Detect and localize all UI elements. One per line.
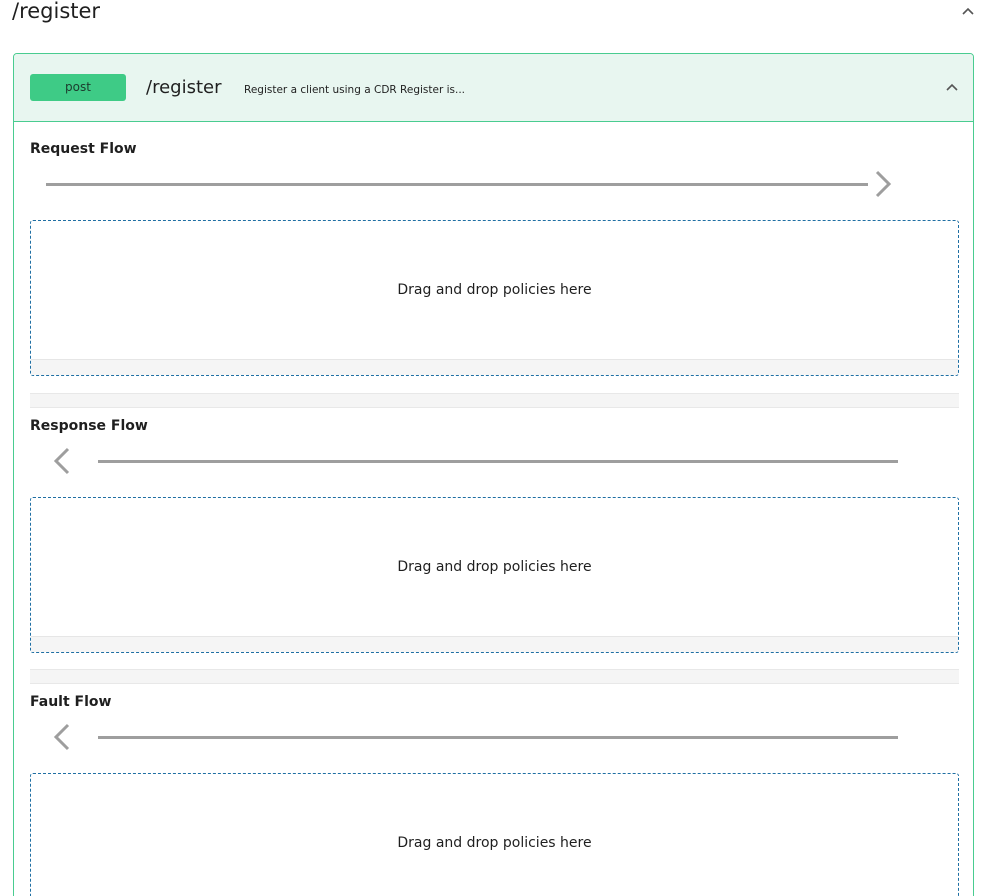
response-flow-title: Response Flow [30, 418, 148, 434]
fault-flow-line [98, 736, 898, 739]
resource-header[interactable]: post /register Register a client using a… [14, 54, 973, 122]
resource-description: Register a client using a CDR Register i… [244, 84, 466, 96]
dropzone-footer [31, 359, 958, 375]
dropzone-text: Drag and drop policies here [397, 559, 592, 575]
chevron-right-icon [875, 170, 892, 198]
section-header: /register [0, 0, 991, 30]
dropzone-footer [31, 636, 958, 652]
fault-flow-dropzone[interactable]: Drag and drop policies here [30, 773, 959, 896]
resource-card: post /register Register a client using a… [13, 53, 974, 896]
response-flow-line [98, 460, 898, 463]
section-title: /register [12, 0, 101, 23]
request-flow-dropzone[interactable]: Drag and drop policies here [30, 220, 959, 376]
flow-separator [30, 669, 959, 684]
page: /register post /register Register a clie… [0, 0, 991, 896]
request-flow-title: Request Flow [30, 141, 137, 157]
chevron-up-icon[interactable] [944, 81, 960, 93]
request-flow-line [46, 183, 868, 186]
fault-flow-title: Fault Flow [30, 694, 112, 710]
resource-path: /register [146, 77, 222, 98]
flow-separator [30, 393, 959, 408]
dropzone-text: Drag and drop policies here [397, 282, 592, 298]
chevron-left-icon [53, 447, 70, 475]
method-badge[interactable]: post [30, 74, 126, 101]
chevron-left-icon [53, 723, 70, 751]
dropzone-text: Drag and drop policies here [397, 835, 592, 851]
response-flow-dropzone[interactable]: Drag and drop policies here [30, 497, 959, 653]
chevron-up-icon[interactable] [959, 4, 977, 18]
